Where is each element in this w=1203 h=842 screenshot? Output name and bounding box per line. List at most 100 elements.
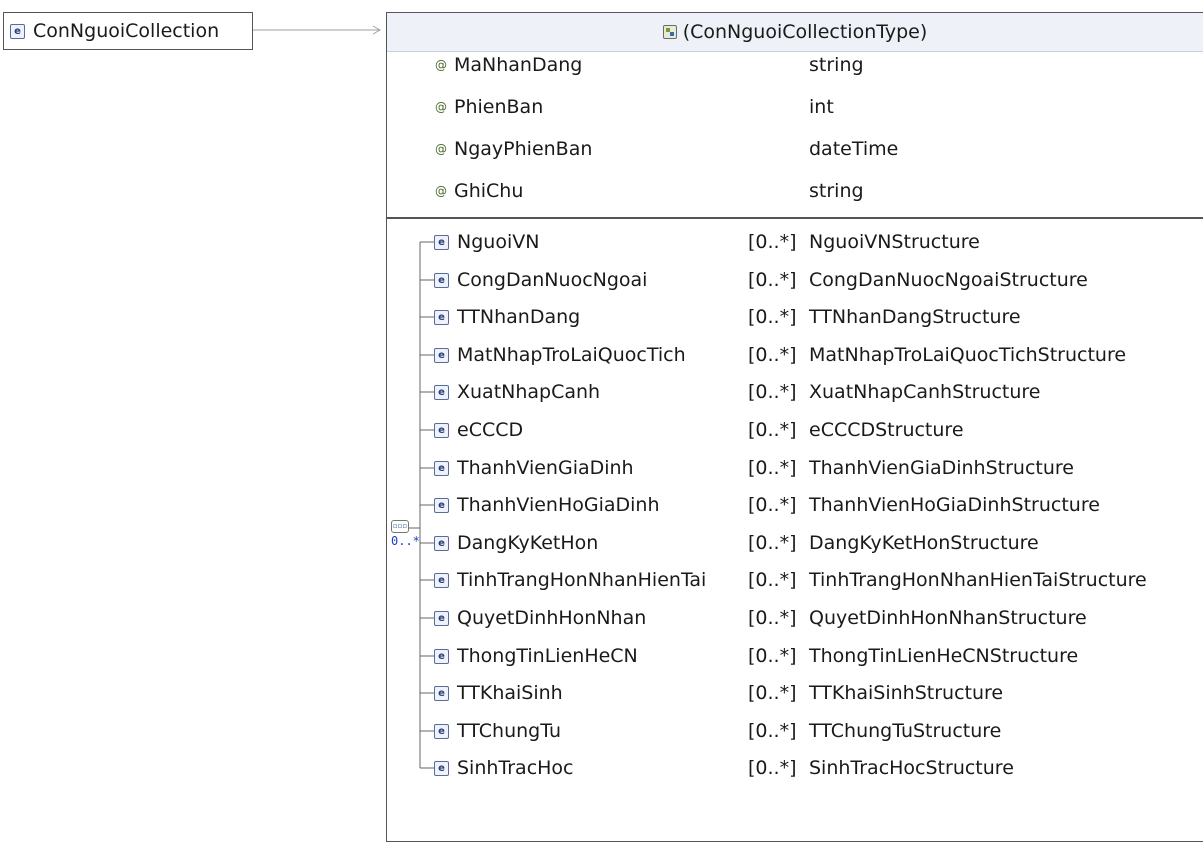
element-name: TinhTrangHonNhanHienTai xyxy=(457,569,707,591)
element-type: SinhTracHocStructure xyxy=(809,757,1014,779)
attribute-type: string xyxy=(809,180,864,202)
element-icon: e xyxy=(434,272,449,288)
element-type: TinhTrangHonNhanHienTaiStructure xyxy=(809,569,1147,591)
element-row[interactable]: e TTKhaiSinh xyxy=(434,673,563,713)
element-type: eCCCDStructure xyxy=(809,419,964,441)
element-icon: e xyxy=(434,347,449,363)
element-type: QuyetDinhHonNhanStructure xyxy=(809,607,1087,629)
complex-type-icon xyxy=(662,25,677,39)
element-multiplicity: [0..*] xyxy=(748,231,797,253)
element-multiplicity: [0..*] xyxy=(748,381,797,403)
sequence-icon: ▫▫▫ xyxy=(391,520,409,533)
element-multiplicity: [0..*] xyxy=(748,306,797,328)
element-icon: e xyxy=(434,422,449,438)
attribute-icon: @ xyxy=(434,184,448,198)
element-multiplicity: [0..*] xyxy=(748,532,797,554)
attribute-icon: @ xyxy=(434,58,448,72)
attribute-icon: @ xyxy=(434,100,448,114)
element-name: ThongTinLienHeCN xyxy=(457,645,638,667)
element-icon: e xyxy=(434,723,449,739)
element-multiplicity: [0..*] xyxy=(748,569,797,591)
attribute-row[interactable]: @ GhiChu xyxy=(434,171,523,211)
element-row[interactable]: e ThongTinLienHeCN xyxy=(434,636,638,676)
element-name: MatNhapTroLaiQuocTich xyxy=(457,344,686,366)
complex-type-title: (ConNguoiCollectionType) xyxy=(682,21,928,43)
element-name: NguoiVN xyxy=(457,231,540,253)
element-multiplicity: [0..*] xyxy=(748,607,797,629)
element-name: QuyetDinhHonNhan xyxy=(457,607,647,629)
element-row[interactable]: e MatNhapTroLaiQuocTich xyxy=(434,335,686,375)
element-multiplicity: [0..*] xyxy=(748,720,797,742)
element-row[interactable]: e SinhTracHoc xyxy=(434,748,574,788)
attribute-name: GhiChu xyxy=(454,180,524,202)
element-name: XuatNhapCanh xyxy=(457,381,601,403)
element-icon: e xyxy=(434,610,449,626)
root-element-node[interactable]: e ConNguoiCollection xyxy=(3,12,253,50)
element-name: SinhTracHoc xyxy=(457,757,574,779)
root-element-label: ConNguoiCollection xyxy=(33,20,220,42)
element-type: ThanhVienGiaDinhStructure xyxy=(809,457,1074,479)
element-name: ThanhVienHoGiaDinh xyxy=(457,494,660,516)
element-row[interactable]: e ThanhVienGiaDinh xyxy=(434,448,634,488)
element-multiplicity: [0..*] xyxy=(748,645,797,667)
element-multiplicity: [0..*] xyxy=(748,494,797,516)
element-icon: e xyxy=(434,460,449,476)
element-row[interactable]: e XuatNhapCanh xyxy=(434,372,600,412)
element-row[interactable]: e ThanhVienHoGiaDinh xyxy=(434,485,660,525)
element-type: TTChungTuStructure xyxy=(809,720,1002,742)
element-row[interactable]: e eCCCD xyxy=(434,410,523,450)
element-row[interactable]: e DangKyKetHon xyxy=(434,523,598,563)
element-multiplicity: [0..*] xyxy=(748,419,797,441)
attribute-row[interactable]: @ PhienBan xyxy=(434,87,543,127)
sequence-multiplicity: 0..* xyxy=(391,534,420,548)
sequence-compositor[interactable]: ▫▫▫ 0..* xyxy=(391,520,420,548)
element-row[interactable]: e QuyetDinhHonNhan xyxy=(434,598,646,638)
element-name: TTNhanDang xyxy=(457,306,581,328)
element-icon: e xyxy=(434,572,449,588)
attribute-name: NgayPhienBan xyxy=(454,138,593,160)
element-name: CongDanNuocNgoai xyxy=(457,269,648,291)
element-row[interactable]: e TinhTrangHonNhanHienTai xyxy=(434,560,706,600)
attribute-row[interactable]: @ NgayPhienBan xyxy=(434,129,592,169)
element-row[interactable]: e TTChungTu xyxy=(434,711,561,751)
element-type: CongDanNuocNgoaiStructure xyxy=(809,269,1088,291)
element-multiplicity: [0..*] xyxy=(748,757,797,779)
root-to-type-connector xyxy=(253,25,382,35)
element-type: TTNhanDangStructure xyxy=(809,306,1021,328)
element-row[interactable]: e CongDanNuocNgoai xyxy=(434,260,647,300)
element-icon: e xyxy=(434,384,449,400)
attributes-divider xyxy=(387,217,1203,219)
element-icon: e xyxy=(434,648,449,664)
element-type: ThanhVienHoGiaDinhStructure xyxy=(809,494,1100,516)
element-multiplicity: [0..*] xyxy=(748,682,797,704)
element-icon: e xyxy=(434,535,449,551)
element-multiplicity: [0..*] xyxy=(748,457,797,479)
attribute-icon: @ xyxy=(434,142,448,156)
element-multiplicity: [0..*] xyxy=(748,269,797,291)
element-icon: e xyxy=(434,685,449,701)
attribute-type: dateTime xyxy=(809,138,899,160)
attribute-name: MaNhanDang xyxy=(454,54,583,76)
element-name: ThanhVienGiaDinh xyxy=(457,457,634,479)
element-type: XuatNhapCanhStructure xyxy=(809,381,1041,403)
attribute-name: PhienBan xyxy=(454,96,544,118)
element-row[interactable]: e NguoiVN xyxy=(434,222,539,262)
element-icon: e xyxy=(434,497,449,513)
element-icon: e xyxy=(434,309,449,325)
attribute-row[interactable]: @ MaNhanDang xyxy=(434,45,582,85)
attribute-type: int xyxy=(809,96,834,118)
element-type: DangKyKetHonStructure xyxy=(809,532,1039,554)
element-type: NguoiVNStructure xyxy=(809,231,980,253)
element-icon: e xyxy=(10,23,25,39)
element-type: TTKhaiSinhStructure xyxy=(809,682,1004,704)
element-name: TTChungTu xyxy=(457,720,561,742)
element-type: ThongTinLienHeCNStructure xyxy=(809,645,1079,667)
complex-type-box[interactable]: (ConNguoiCollectionType) @ MaNhanDang stri… xyxy=(386,12,1203,842)
element-multiplicity: [0..*] xyxy=(748,344,797,366)
element-type: MatNhapTroLaiQuocTichStructure xyxy=(809,344,1127,366)
element-name: TTKhaiSinh xyxy=(457,682,563,704)
element-icon: e xyxy=(434,234,449,250)
attribute-type: string xyxy=(809,54,864,76)
element-name: eCCCD xyxy=(457,419,524,441)
element-row[interactable]: e TTNhanDang xyxy=(434,297,580,337)
